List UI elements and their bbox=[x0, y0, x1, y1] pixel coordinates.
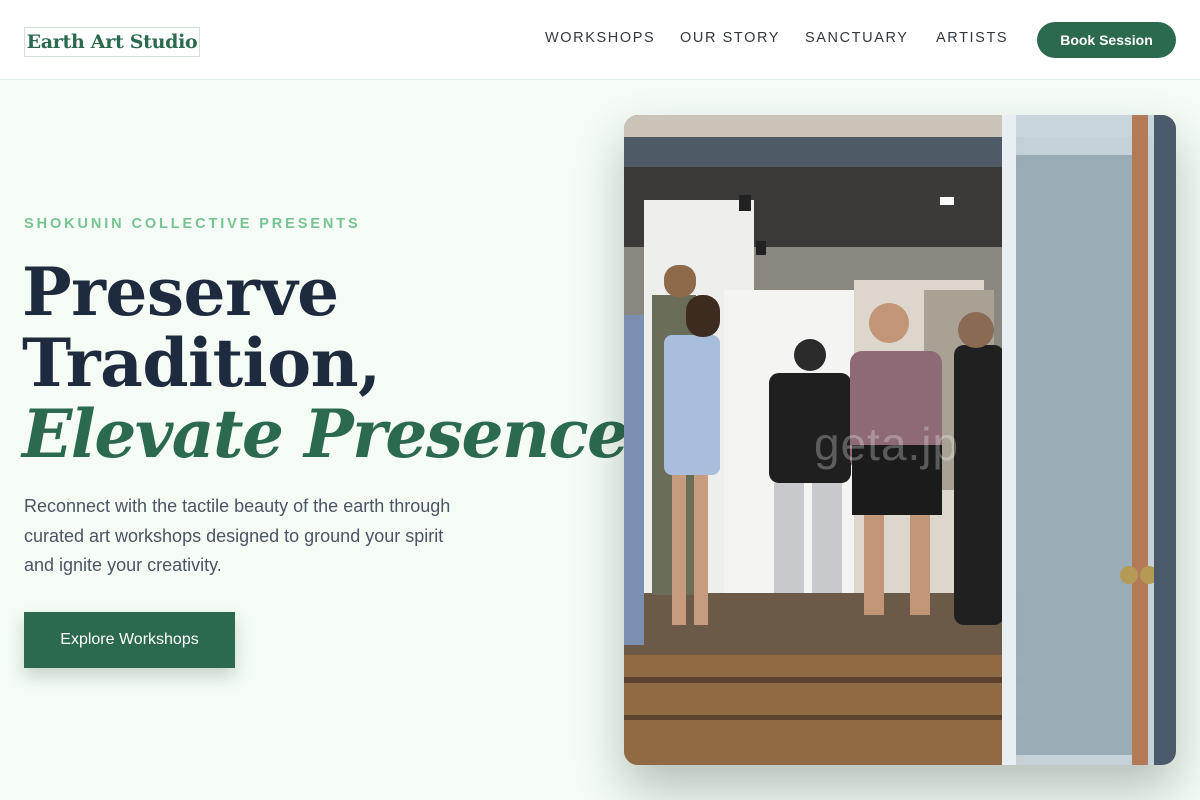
nav-link-our-story[interactable]: OUR STORY bbox=[680, 30, 780, 48]
hero-description: Reconnect with the tactile beauty of the… bbox=[24, 496, 451, 575]
book-session-button[interactable]: Book Session bbox=[1037, 22, 1176, 58]
gallery-photo: geta.jp bbox=[624, 115, 1176, 765]
photo-watermark: geta.jp bbox=[814, 418, 960, 470]
site-header: Earth Art Studio WORKSHOPS OUR STORY SAN… bbox=[0, 0, 1200, 80]
nav-link-artists[interactable]: ARTISTS bbox=[936, 30, 1008, 48]
explore-workshops-button[interactable]: Explore Workshops bbox=[24, 612, 235, 668]
headline-line-2: Tradition, bbox=[22, 324, 381, 402]
headline-accent: Elevate Presence. bbox=[22, 395, 651, 473]
site-logo[interactable]: Earth Art Studio bbox=[24, 27, 200, 57]
nav-link-sanctuary[interactable]: SANCTUARY bbox=[805, 30, 909, 48]
nav-link-workshops[interactable]: WORKSHOPS bbox=[545, 30, 655, 48]
headline-line-1: Preserve bbox=[22, 253, 339, 331]
hero-eyebrow: SHOKUNIN COLLECTIVE PRESENTS bbox=[24, 216, 361, 232]
